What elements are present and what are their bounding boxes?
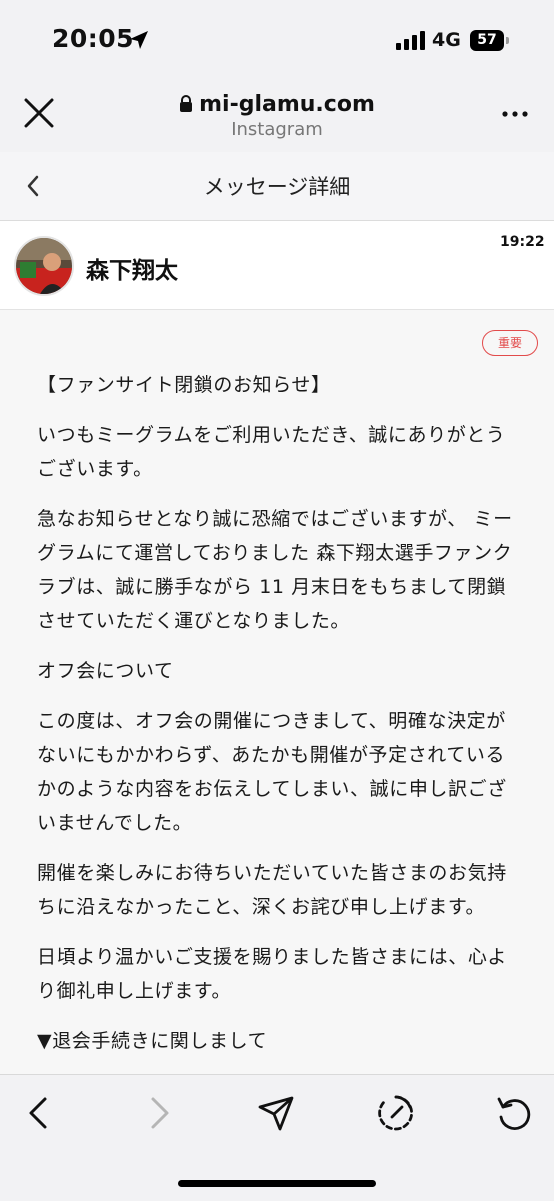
signal-icon	[396, 31, 425, 50]
share-icon[interactable]	[256, 1093, 296, 1133]
more-icon[interactable]	[502, 110, 528, 118]
message-paragraph: 日頃より温かいご支援を賜りました皆さまには、心より御礼申し上げます。	[37, 946, 508, 1002]
status-bar: 20:05 4G 57	[0, 0, 554, 80]
message-paragraph: 開催を楽しみにお待ちいただいていた皆さまのお気持ちに沿えなかったこと、深くお詫び…	[37, 862, 507, 918]
message-time: 19:22	[500, 234, 545, 250]
battery-level: 57	[470, 30, 504, 51]
message-paragraph: この度は、オフ会の開催につきまして、明確な決定がないにもかかわらず、あたかも開催…	[37, 710, 507, 834]
sender-name: 森下翔太	[86, 258, 178, 284]
location-arrow-icon	[130, 31, 148, 49]
close-icon[interactable]	[22, 96, 56, 130]
forward-arrow-icon[interactable]	[138, 1093, 178, 1133]
home-indicator[interactable]	[178, 1180, 376, 1187]
page-header: メッセージ詳細	[0, 152, 554, 221]
message-body: 重要 【ファンサイト閉鎖のお知らせ】 いつもミーグラムをご利用いただき、誠にあり…	[0, 310, 554, 1074]
sender-row: 森下翔太 19:22	[0, 221, 554, 310]
important-badge: 重要	[482, 330, 538, 356]
site-name: Instagram	[231, 119, 323, 140]
lock-icon	[180, 95, 193, 112]
status-time: 20:05	[52, 24, 135, 53]
message-paragraph: 【ファンサイト閉鎖のお知らせ】	[37, 374, 331, 396]
url-text: mi-glamu.com	[199, 92, 375, 117]
message-paragraph: ▼退会手続きに関しまして	[37, 1030, 268, 1052]
history-icon[interactable]	[376, 1093, 416, 1133]
message-text: 【ファンサイト閉鎖のお知らせ】 いつもミーグラムをご利用いただき、誠にありがとう…	[37, 368, 519, 1074]
network-type: 4G	[432, 29, 461, 51]
browser-bar: mi-glamu.com Instagram	[0, 80, 554, 152]
battery-icon: 57	[470, 30, 510, 51]
avatar[interactable]	[14, 236, 74, 296]
page-title: メッセージ詳細	[203, 175, 351, 199]
address-bar[interactable]: mi-glamu.com Instagram	[150, 92, 404, 140]
reload-icon[interactable]	[494, 1093, 534, 1133]
message-paragraph: いつもミーグラムをご利用いただき、誠にありがとうございます。	[37, 424, 506, 480]
back-arrow-icon[interactable]	[20, 1093, 60, 1133]
message-paragraph: 急なお知らせとなり誠に恐縮ではございますが、 ミーグラムにて運営しておりました …	[37, 508, 513, 632]
browser-toolbar	[0, 1074, 554, 1201]
message-paragraph: オフ会について	[37, 660, 174, 682]
